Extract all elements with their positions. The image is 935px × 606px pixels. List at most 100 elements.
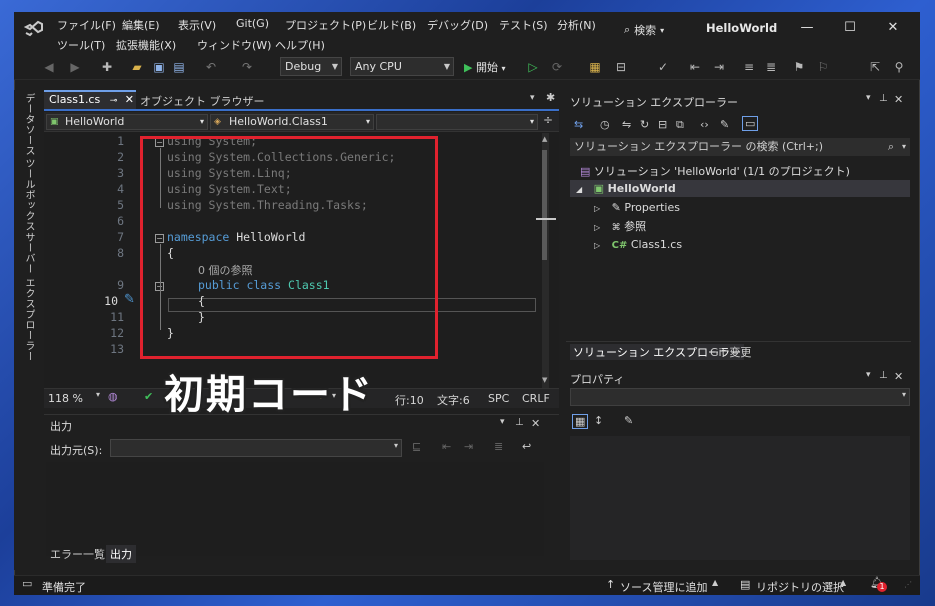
browser-link-icon[interactable]: ▦ <box>588 60 602 74</box>
save-all-icon[interactable]: ▤ <box>172 60 186 74</box>
close-icon[interactable]: ✕ <box>125 93 134 106</box>
no-issues-icon[interactable]: ✔ <box>144 390 153 403</box>
tab-class1-cs[interactable]: Class1.cs ⊸ ✕ <box>44 90 136 109</box>
menu-file[interactable]: ファイル(F) <box>57 17 116 33</box>
start-debugging-button[interactable]: ▶ 開始 ▾ <box>464 59 505 75</box>
whitespace-indicator[interactable]: SPC <box>488 392 509 405</box>
pin-icon[interactable]: ⊥ <box>879 370 888 381</box>
chevron-down-icon[interactable]: ▾ <box>500 417 505 427</box>
side-tab-toolbox[interactable]: ツールボックス <box>21 158 36 232</box>
properties-grid[interactable] <box>570 436 910 560</box>
copilot-icon[interactable]: ◍ <box>108 390 118 403</box>
side-tab-server-explorer[interactable]: サーバー エクスプローラー <box>21 232 36 362</box>
scroll-up-icon[interactable]: ▲ <box>542 135 547 143</box>
undo-icon[interactable]: ↶ <box>204 60 218 74</box>
property-pages-icon[interactable]: ✎ <box>624 414 633 427</box>
bookmark-icon[interactable]: ⚑ <box>792 60 806 74</box>
chevron-down-icon[interactable]: ▾ <box>866 93 871 103</box>
tree-item-references[interactable]: ▷ ⌘ 参照 <box>594 218 646 234</box>
sync-with-document-icon[interactable]: ⇆ <box>574 118 583 131</box>
output-text-area[interactable] <box>46 462 544 556</box>
collapse-all-icon[interactable]: ⊟ <box>658 118 667 131</box>
chevron-down-icon[interactable]: ▾ <box>866 370 871 380</box>
refresh-icon[interactable]: ↻ <box>640 118 649 131</box>
tab-object-browser[interactable]: オブジェクト ブラウザー <box>140 93 265 109</box>
uncomment-icon[interactable]: ≣ <box>764 60 778 74</box>
show-all-files-icon[interactable]: ⧉ <box>676 118 684 132</box>
tree-item-project[interactable]: ◢ ▣ HelloWorld <box>576 182 676 195</box>
minimize-icon[interactable]: — <box>794 17 820 39</box>
open-folder-icon[interactable]: ▰ <box>130 60 144 74</box>
maximize-icon[interactable]: ☐ <box>837 17 863 39</box>
close-icon[interactable]: ✕ <box>894 370 903 383</box>
comment-icon[interactable]: ≡ <box>742 60 756 74</box>
select-repository-button[interactable]: リポジトリの選択 <box>756 579 844 595</box>
next-message-icon[interactable]: ⇥ <box>464 440 473 453</box>
forward-icon[interactable]: ▶ <box>68 60 82 74</box>
quick-action-pen-icon[interactable]: ✎ <box>124 292 135 307</box>
menu-window[interactable]: ウィンドウ(W) <box>197 37 271 53</box>
tab-error-list[interactable]: エラー一覧 <box>50 546 105 562</box>
scroll-down-icon[interactable]: ▼ <box>542 376 547 384</box>
project-navigation-dropdown[interactable]: ▣ HelloWorld ▾ <box>46 114 208 130</box>
history-icon[interactable]: ◷ <box>600 118 610 131</box>
code-view-icon[interactable]: ‹› <box>700 118 709 131</box>
add-to-source-control-button[interactable]: ソース管理に追加 <box>620 579 707 595</box>
pin-icon[interactable]: ⊥ <box>515 417 524 428</box>
menu-analyze[interactable]: 分析(N) <box>557 17 596 33</box>
outdent-icon[interactable]: ⇥ <box>712 60 726 74</box>
start-without-debugging-icon[interactable]: ▷ <box>526 60 540 74</box>
previous-message-icon[interactable]: ⇤ <box>442 440 451 453</box>
new-project-icon[interactable]: ✚ <box>100 60 114 74</box>
visual-studio-logo-icon[interactable] <box>24 20 44 40</box>
global-search-button[interactable]: ⌕ 検索 ▾ <box>624 20 704 40</box>
menu-tools[interactable]: ツール(T) <box>57 37 105 53</box>
hot-reload-icon[interactable]: ⟳ <box>550 60 564 74</box>
back-icon[interactable]: ◀ <box>42 60 56 74</box>
indent-icon[interactable]: ⇤ <box>688 60 702 74</box>
line-ending-indicator[interactable]: CRLF <box>522 392 550 405</box>
line-indicator[interactable]: 行:10 <box>395 392 424 408</box>
tree-item-solution[interactable]: ▤ ソリューション 'HelloWorld' (1/1 のプロジェクト) <box>580 163 850 179</box>
menu-test[interactable]: テスト(S) <box>499 17 548 33</box>
member-navigation-dropdown[interactable]: ▾ <box>376 114 538 130</box>
column-indicator[interactable]: 文字:6 <box>437 392 470 408</box>
tab-output[interactable]: 出力 <box>106 545 136 563</box>
live-share-icon[interactable]: ⇱ <box>868 60 882 74</box>
side-tab-data-sources[interactable]: データソース <box>21 93 36 156</box>
preview-selected-icon[interactable]: ▭ <box>742 116 759 131</box>
type-navigation-dropdown[interactable]: ◈ HelloWorld.Class1 ▾ <box>210 114 374 130</box>
menu-help[interactable]: ヘルプ(H) <box>275 37 325 53</box>
layout-icon[interactable]: ⊟ <box>614 60 628 74</box>
output-window-icon[interactable]: ▭ <box>22 577 32 590</box>
tab-list-dropdown-icon[interactable]: ▾ <box>530 93 535 103</box>
resize-grip-icon[interactable]: ⋰ <box>904 580 912 589</box>
close-icon[interactable]: ✕ <box>894 93 903 106</box>
solution-configuration-select[interactable]: Debug ▼ <box>280 57 342 76</box>
tree-item-properties[interactable]: ▷ ✎ Properties <box>594 201 680 214</box>
pin-icon[interactable]: ⊥ <box>879 93 888 104</box>
solution-platform-select[interactable]: Any CPU ▼ <box>350 57 454 76</box>
menu-view[interactable]: 表示(V) <box>178 17 216 33</box>
properties-object-select[interactable]: ▾ <box>570 388 910 406</box>
find-message-icon[interactable]: ⊑ <box>412 440 421 453</box>
clear-all-icon[interactable]: ≣ <box>494 440 503 453</box>
tree-item-class1-cs[interactable]: ▷ C# Class1.cs <box>594 238 682 251</box>
properties-wrench-icon[interactable]: ✎ <box>720 118 729 131</box>
feedback-icon[interactable]: ⚲ <box>892 60 906 74</box>
alphabetical-icon[interactable]: ↕ <box>594 414 603 427</box>
scrollbar-thumb[interactable] <box>542 150 547 260</box>
menu-build[interactable]: ビルド(B) <box>367 17 416 33</box>
split-editor-icon[interactable]: ÷ <box>543 113 553 127</box>
save-icon[interactable]: ▣ <box>152 60 166 74</box>
menu-edit[interactable]: 編集(E) <box>122 17 160 33</box>
redo-icon[interactable]: ↷ <box>240 60 254 74</box>
categorized-icon[interactable]: ▦ <box>572 414 589 429</box>
close-icon[interactable]: ✕ <box>531 417 540 430</box>
zoom-level[interactable]: 118 % <box>48 392 83 405</box>
spell-check-icon[interactable]: ✓ <box>656 60 670 74</box>
menu-project[interactable]: プロジェクト(P) <box>285 17 366 33</box>
settings-gear-icon[interactable]: ✱ <box>546 91 555 104</box>
solution-explorer-search-input[interactable]: ソリューション エクスプローラー の検索 (Ctrl+;) ⌕ ▾ <box>570 138 910 156</box>
menu-git[interactable]: Git(G) <box>236 17 269 30</box>
